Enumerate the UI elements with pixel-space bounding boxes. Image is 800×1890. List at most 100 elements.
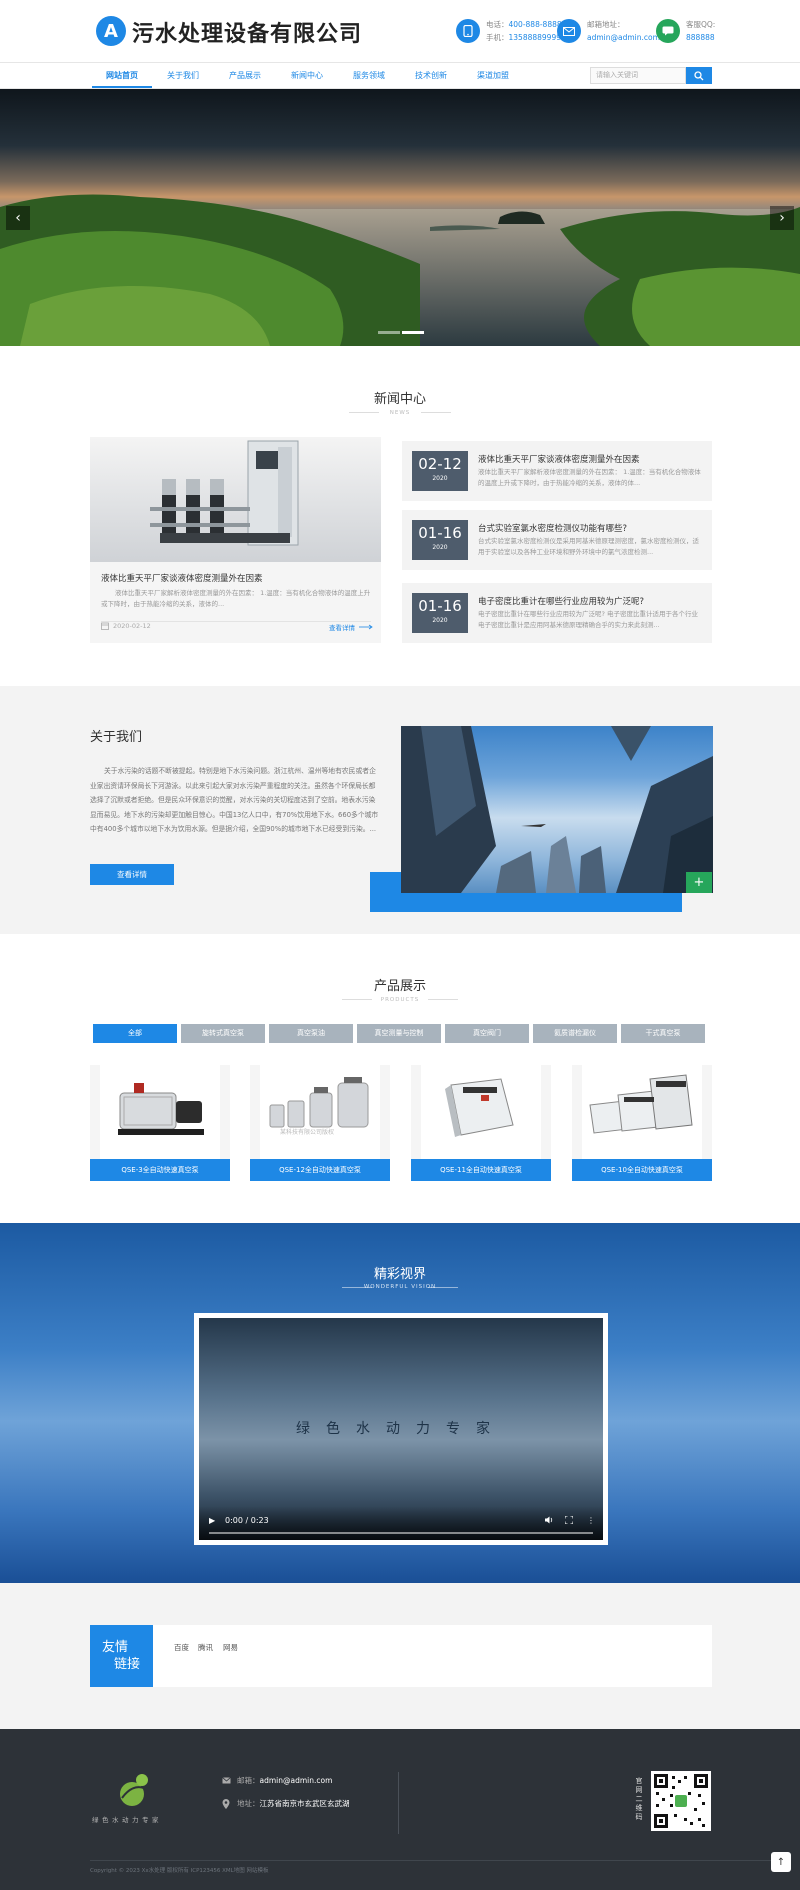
- nav-services[interactable]: 服务领域: [339, 63, 399, 88]
- tab-dry-pump[interactable]: 干式真空泵: [621, 1024, 705, 1043]
- news-feature-more-link[interactable]: 查看详情: [329, 622, 373, 632]
- news-feature-title[interactable]: 液体比重天平厂家谈液体密度测量外在因素: [101, 572, 263, 584]
- news-date-box: 01-16 2020: [412, 520, 468, 560]
- footer-logo-icon[interactable]: [112, 1770, 156, 1810]
- product-card[interactable]: QSE-10全自动快速真空泵: [572, 1065, 712, 1181]
- footer-bottom-divider: [90, 1860, 780, 1861]
- product-card[interactable]: QSE-3全自动快速真空泵: [90, 1065, 230, 1181]
- product-image[interactable]: [421, 1065, 541, 1159]
- video-controls: ▶ 0:00 / 0:23 ⋮: [199, 1506, 603, 1540]
- news-item-title[interactable]: 液体比重天平厂家谈液体密度测量外在因素: [478, 453, 640, 465]
- news-date-box: 02-12 2020: [412, 451, 468, 491]
- nav-about[interactable]: 关于我们: [153, 63, 213, 88]
- footer-divider: [398, 1772, 399, 1834]
- footer-email: 邮箱： admin@admin.com: [222, 1775, 332, 1786]
- footer-email-address[interactable]: admin@admin.com: [260, 1776, 333, 1785]
- search-button[interactable]: [686, 67, 712, 84]
- news-list-item[interactable]: 02-12 2020 液体比重天平厂家谈液体密度测量外在因素 液体比重天平厂家解…: [402, 441, 712, 501]
- footer-email-label: 邮箱：: [237, 1776, 260, 1785]
- about-plus-button[interactable]: +: [686, 872, 712, 893]
- mail-icon: [222, 1777, 231, 1784]
- email-label: 邮箱地址：: [587, 20, 625, 29]
- banner-dot-1[interactable]: [378, 331, 400, 334]
- mail-icon: [557, 19, 581, 43]
- back-to-top-button[interactable]: ↑: [771, 1852, 791, 1872]
- news-date-box: 01-16 2020: [412, 593, 468, 633]
- nav-innovation[interactable]: 技术创新: [401, 63, 461, 88]
- fullscreen-icon[interactable]: [564, 1515, 574, 1526]
- more-options-icon[interactable]: ⋮: [587, 1516, 595, 1525]
- product-name[interactable]: QSE-12全自动快速真空泵: [250, 1159, 390, 1181]
- banner-landscape: [0, 194, 800, 346]
- calendar-icon: [101, 622, 109, 630]
- product-name[interactable]: QSE-10全自动快速真空泵: [572, 1159, 712, 1181]
- site-name[interactable]: 污水处理设备有限公司: [132, 16, 362, 48]
- product-name[interactable]: QSE-11全自动快速真空泵: [411, 1159, 551, 1181]
- products-title-divider-right: [428, 999, 458, 1000]
- nav-products[interactable]: 产品展示: [215, 63, 275, 88]
- qq-number[interactable]: 888888: [686, 33, 715, 42]
- phone-label: 电话：: [486, 20, 509, 29]
- news-more-label: 查看详情: [329, 624, 355, 632]
- tab-leak-detector[interactable]: 氦质谱检漏仪: [533, 1024, 617, 1043]
- skyscraper-image: [401, 726, 713, 893]
- banner-prev-button[interactable]: ‹: [6, 206, 30, 230]
- news-list-item[interactable]: 01-16 2020 台式实验室氯水密度检测仪功能有哪些? 台式实验室氯水密度检…: [402, 510, 712, 570]
- video-progress-bar[interactable]: [209, 1532, 593, 1534]
- pump-equipment-image: [150, 440, 299, 546]
- news-section-subtitle: NEWS: [389, 410, 411, 416]
- video-slogan: 绿色水动力专家: [296, 1421, 506, 1437]
- news-list-item[interactable]: 01-16 2020 电子密度比重计在哪些行业应用较为广泛呢? 电子密度比重计在…: [402, 583, 712, 643]
- products-section-title: 产品展示: [373, 979, 426, 994]
- email-address[interactable]: admin@admin.com: [587, 33, 660, 42]
- news-item-title[interactable]: 电子密度比重计在哪些行业应用较为广泛呢?: [478, 595, 644, 607]
- tab-rotary-pump[interactable]: 旋转式真空泵: [181, 1024, 265, 1043]
- news-date-day: 02-12: [418, 455, 462, 473]
- search-input[interactable]: 请输入关键词: [590, 67, 686, 84]
- tab-vacuum-valve[interactable]: 真空阀门: [445, 1024, 529, 1043]
- qq-label: 客服QQ:: [686, 20, 716, 29]
- video-player[interactable]: 绿色水动力专家 ▶ 0:00 / 0:23 ⋮: [199, 1318, 603, 1540]
- nav-join[interactable]: 渠道加盟: [463, 63, 523, 88]
- banner-dot-2[interactable]: [402, 331, 424, 334]
- tab-measurement-control[interactable]: 真空测量与控制: [357, 1024, 441, 1043]
- qr-label: 官网二维码: [635, 1777, 643, 1821]
- product-image[interactable]: [582, 1065, 702, 1159]
- chat-icon: [656, 19, 680, 43]
- video-section-subtitle: WONDERFUL VISION: [363, 1284, 437, 1290]
- product-watermark: 某科技有限公司版权: [280, 1129, 335, 1136]
- about-text: 关于水污染的话题不断被提起。特别是地下水污染问题。浙江杭州、温州等地有农民或者企…: [90, 767, 379, 833]
- news-date-year: 2020: [432, 475, 448, 482]
- news-feature-image[interactable]: [90, 437, 381, 562]
- play-icon[interactable]: ▶: [209, 1516, 215, 1525]
- links-badge-line1: 友情: [102, 1640, 129, 1655]
- friend-link[interactable]: 腾讯: [198, 1642, 213, 1653]
- product-card[interactable]: 某科技有限公司版权 QSE-12全自动快速真空泵: [250, 1065, 390, 1181]
- product-card[interactable]: QSE-11全自动快速真空泵: [411, 1065, 551, 1181]
- news-item-title[interactable]: 台式实验室氯水密度检测仪功能有哪些?: [478, 522, 627, 534]
- news-feature-meta: 2020-02-12: [101, 622, 151, 630]
- volume-icon[interactable]: [545, 1516, 554, 1526]
- banner-next-button[interactable]: ›: [770, 206, 794, 230]
- product-image[interactable]: [100, 1065, 220, 1159]
- vacuum-unit-image: [445, 1078, 514, 1137]
- about-more-button[interactable]: 查看详情: [90, 864, 174, 885]
- phone-number: 400-888-8888: [508, 20, 562, 29]
- news-title-divider-right: [421, 412, 451, 413]
- news-date-day: 01-16: [418, 524, 462, 542]
- arrow-right-icon: [359, 624, 373, 630]
- about-title: 关于我们: [90, 730, 143, 745]
- news-feature-desc: 液体比重天平厂家解析液体密度测量的外在因素： 1.温度：当有机化合物液体的温度上…: [101, 589, 371, 608]
- tab-all[interactable]: 全部: [93, 1024, 177, 1043]
- nav-news[interactable]: 新闻中心: [277, 63, 337, 88]
- video-title-divider-right: [428, 1287, 458, 1288]
- friend-link[interactable]: 百度: [174, 1642, 189, 1653]
- friend-link[interactable]: 网易: [223, 1642, 238, 1653]
- product-name[interactable]: QSE-3全自动快速真空泵: [90, 1159, 230, 1181]
- logo-icon[interactable]: A: [96, 16, 126, 46]
- nav-home[interactable]: 网站首页: [92, 63, 152, 88]
- tab-pump-oil[interactable]: 真空泵油: [269, 1024, 353, 1043]
- links-badge: 友情 链接: [90, 1625, 153, 1687]
- links-box: [90, 1625, 712, 1687]
- product-image[interactable]: 某科技有限公司版权: [260, 1065, 380, 1159]
